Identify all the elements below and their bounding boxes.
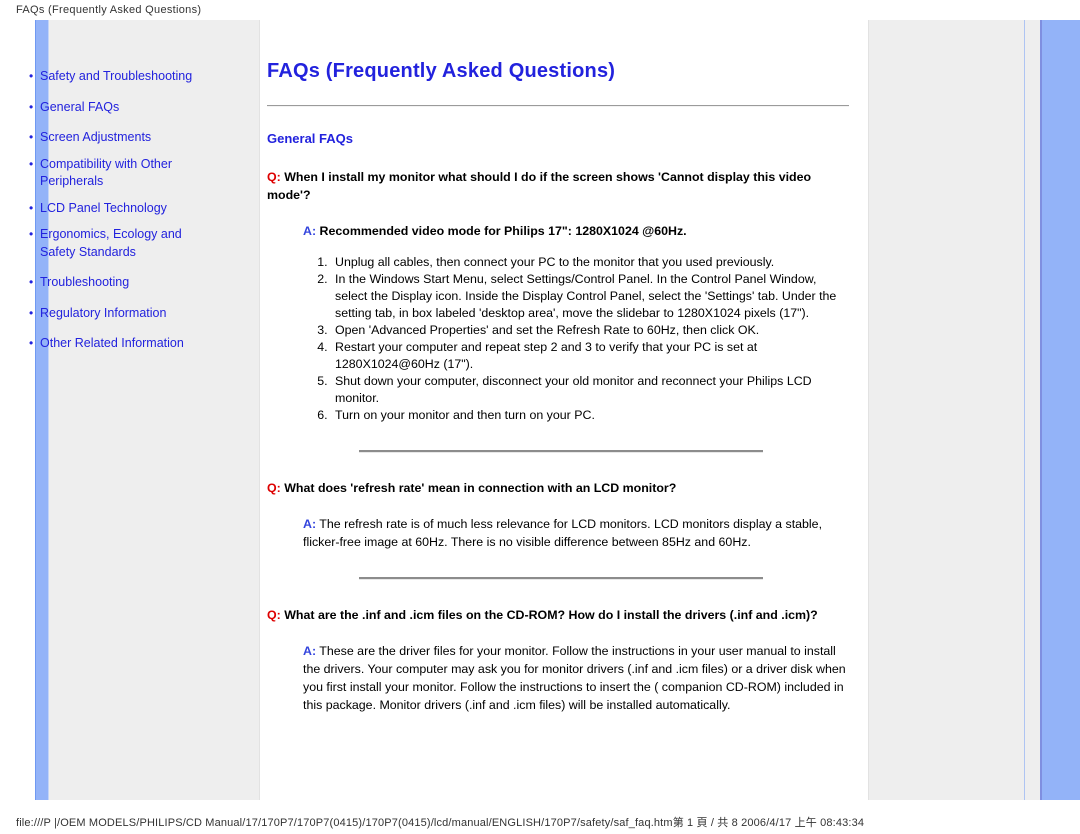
faq-list: Q: When I install my monitor what should…: [267, 168, 849, 714]
right-accent-bar: [1040, 20, 1080, 800]
sidebar-item-label: Troubleshooting: [40, 275, 130, 289]
sidebar-item-safety-and-troubleshooting[interactable]: Safety and Troubleshooting: [29, 68, 219, 86]
faq-question-text: When I install my monitor what should I …: [267, 170, 812, 202]
sidebar-item-label: Screen Adjustments: [40, 130, 152, 144]
sidebar-item-ergonomics-ecology-and-safety-standards[interactable]: Ergonomics, Ecology and Safety Standards: [29, 226, 219, 261]
sidebar-item-label: Regulatory Information: [40, 305, 167, 320]
faq-question: Q: What are the .inf and .icm files on t…: [267, 606, 849, 624]
faq-item: Q: What are the .inf and .icm files on t…: [267, 606, 849, 714]
sidebar-nav: Safety and Troubleshooting General FAQs Sc…: [29, 68, 219, 366]
faq-question-text: What are the .inf and .icm files on the …: [284, 608, 818, 622]
faq-step: Shut down your computer, disconnect your…: [331, 373, 849, 407]
answer-marker: A:: [303, 224, 317, 238]
faq-steps: Unplug all cables, then connect your PC …: [303, 254, 849, 424]
page-title: FAQs (Frequently Asked Questions): [267, 60, 616, 82]
sidebar-item-other-related-information[interactable]: Other Related Information: [29, 335, 219, 353]
faq-answer: A: The refresh rate is of much less rele…: [303, 515, 849, 551]
faq-divider: [359, 577, 763, 580]
faq-step: Restart your computer and repeat step 2 …: [331, 339, 849, 373]
sidebar-item-compatibility-with-other-peripherals[interactable]: Compatibility with Other Peripherals: [29, 156, 219, 191]
question-marker: Q:: [267, 481, 281, 495]
sidebar-item-lcd-panel-technology[interactable]: LCD Panel Technology: [29, 200, 219, 218]
main-content: FAQs (Frequently Asked Questions) Genera…: [267, 60, 849, 714]
title-divider: [267, 105, 849, 107]
question-marker: Q:: [267, 170, 281, 184]
faq-step: Turn on your monitor and then turn on yo…: [331, 407, 849, 424]
faq-step: Open 'Advanced Properties' and set the R…: [331, 322, 849, 339]
faq-divider: [359, 450, 763, 453]
faq-answer-text: Recommended video mode for Philips 17": …: [319, 224, 687, 238]
answer-marker: A:: [303, 517, 317, 531]
faq-question-text: What does 'refresh rate' mean in connect…: [284, 481, 677, 495]
sidebar-item-label: Ergonomics, Ecology and Safety Standards: [40, 227, 182, 259]
sidebar-item-label: Other Related Information: [40, 336, 184, 350]
print-header: FAQs (Frequently Asked Questions): [16, 4, 202, 16]
faq-step: In the Windows Start Menu, select Settin…: [331, 271, 849, 322]
right-panel-rule: [1024, 20, 1025, 800]
sidebar-item-regulatory-information[interactable]: Regulatory Information: [29, 305, 219, 323]
sidebar-item-general-faqs[interactable]: General FAQs: [29, 99, 219, 117]
right-decorative-panel: [868, 20, 1041, 800]
sidebar-item-screen-adjustments[interactable]: Screen Adjustments: [29, 129, 219, 147]
faq-answer-text: The refresh rate is of much less relevan…: [303, 517, 823, 549]
sidebar-item-label: LCD Panel Technology: [40, 200, 167, 215]
sidebar-item-label: Compatibility with Other Peripherals: [40, 156, 172, 189]
sidebar-item-label: General FAQs: [40, 99, 120, 114]
faq-answer: A: Recommended video mode for Philips 17…: [303, 222, 849, 424]
faq-question: Q: What does 'refresh rate' mean in conn…: [267, 479, 849, 497]
faq-question: Q: When I install my monitor what should…: [267, 168, 849, 204]
document-page: Safety and Troubleshooting General FAQs Sc…: [0, 20, 1080, 800]
answer-marker: A:: [303, 644, 317, 658]
sidebar-item-label: Safety and Troubleshooting: [40, 69, 193, 83]
faq-item: Q: What does 'refresh rate' mean in conn…: [267, 479, 849, 551]
faq-answer-text: These are the driver files for your moni…: [303, 644, 846, 712]
sidebar-item-troubleshooting[interactable]: Troubleshooting: [29, 274, 219, 292]
faq-step: Unplug all cables, then connect your PC …: [331, 254, 849, 271]
section-title: General FAQs: [267, 131, 353, 146]
faq-item: Q: When I install my monitor what should…: [267, 168, 849, 424]
question-marker: Q:: [267, 608, 281, 622]
print-footer: file:///P |/OEM MODELS/PHILIPS/CD Manual…: [16, 817, 865, 829]
faq-answer: A: These are the driver files for your m…: [303, 642, 849, 714]
